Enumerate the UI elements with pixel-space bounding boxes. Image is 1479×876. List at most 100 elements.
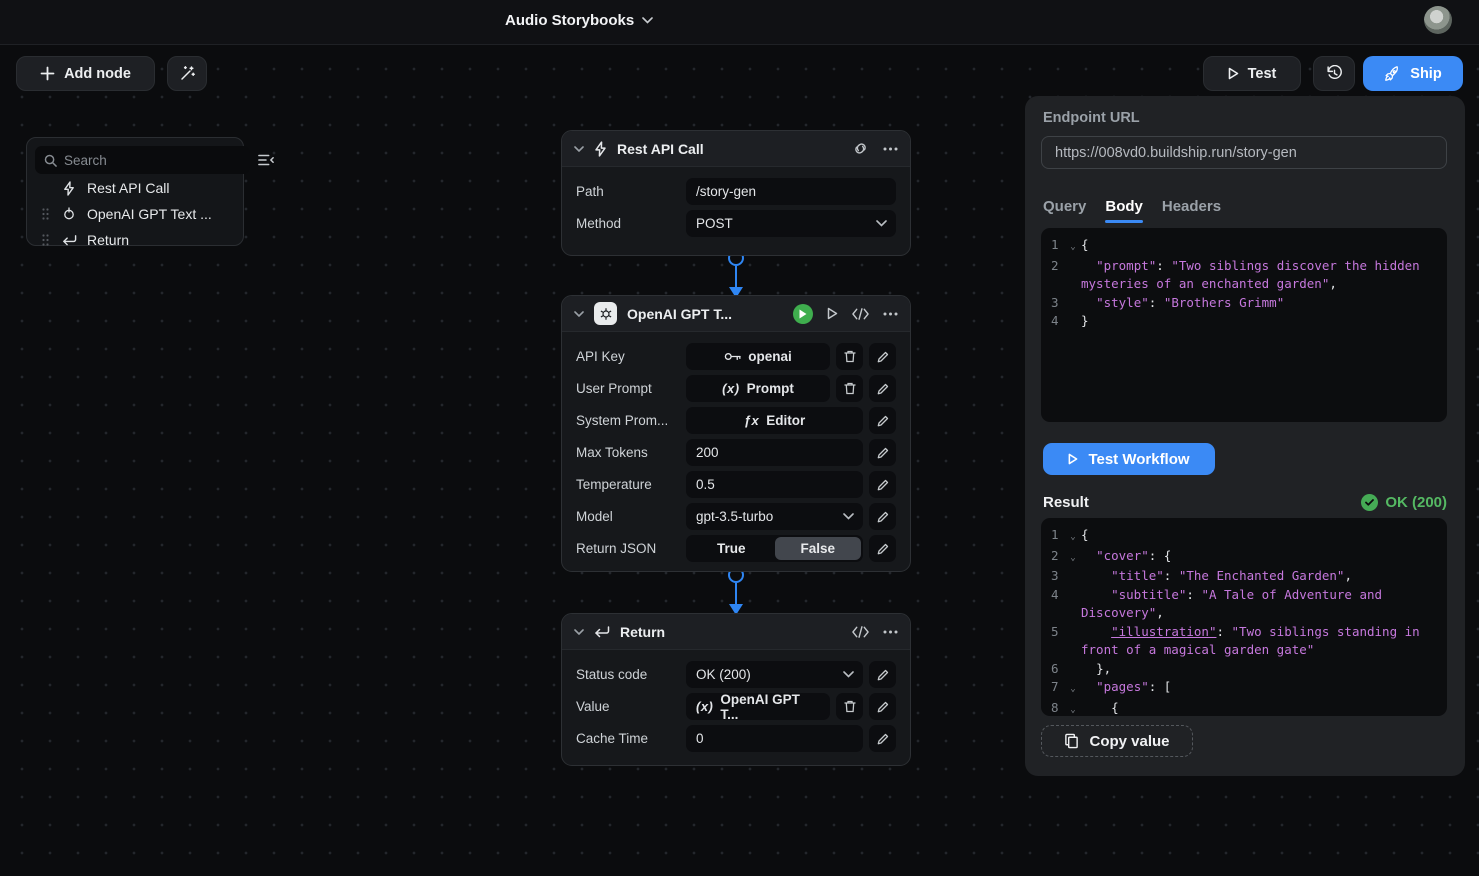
node-return[interactable]: Return Status code OK (200) xyxy=(561,613,911,766)
more-options-icon[interactable] xyxy=(883,630,898,634)
return-json-toggle: True False xyxy=(686,535,863,562)
palette-item-rest-api-call[interactable]: Rest API Call xyxy=(35,176,235,200)
node-title: OpenAI GPT T... xyxy=(627,306,783,322)
chevron-down-icon xyxy=(843,513,854,520)
code-icon[interactable] xyxy=(852,308,869,320)
palette-item-return[interactable]: Return xyxy=(35,228,235,252)
node-header: Return xyxy=(562,614,910,650)
edit-button[interactable] xyxy=(869,535,896,562)
collapse-panel-icon[interactable] xyxy=(258,149,274,171)
plus-icon xyxy=(40,66,55,81)
edit-button[interactable] xyxy=(869,375,896,402)
field-label: Model xyxy=(576,509,680,524)
tab-headers[interactable]: Headers xyxy=(1162,198,1221,223)
status-code-value: OK (200) xyxy=(696,667,751,682)
palette-item-openai[interactable]: OpenAI GPT Text ... xyxy=(35,202,235,226)
api-key-chip[interactable]: openai xyxy=(686,343,830,370)
delete-button[interactable] xyxy=(836,343,863,370)
cache-time-input[interactable]: 0 xyxy=(686,725,863,752)
add-node-button[interactable]: Add node xyxy=(16,56,155,91)
node-openai-gpt[interactable]: OpenAI GPT T... API Key xyxy=(561,295,911,572)
collapse-chevron-icon[interactable] xyxy=(574,146,584,152)
copy-icon xyxy=(1064,733,1079,749)
return-icon xyxy=(60,234,78,246)
api-key-value: openai xyxy=(748,349,792,364)
collapse-chevron-icon[interactable] xyxy=(574,629,584,635)
history-button[interactable] xyxy=(1313,56,1355,91)
user-prompt-chip[interactable]: (x) Prompt xyxy=(686,375,830,402)
node-title: Rest API Call xyxy=(617,141,842,157)
result-json-viewer[interactable]: 1⌄{2⌄ "cover": {3 "title": "The Enchante… xyxy=(1041,518,1447,716)
status-code-select[interactable]: OK (200) xyxy=(686,661,863,688)
edit-button[interactable] xyxy=(869,407,896,434)
play-icon xyxy=(1068,453,1078,465)
result-label: Result xyxy=(1043,494,1089,511)
search-input[interactable] xyxy=(64,153,241,168)
value-value: OpenAI GPT T... xyxy=(720,692,820,722)
toggle-option-false[interactable]: False xyxy=(775,537,862,560)
check-circle-icon xyxy=(1361,494,1378,511)
workflow-builder: Audio Storybooks Add node Test Ship xyxy=(0,0,1479,876)
method-select[interactable]: POST xyxy=(686,210,896,237)
max-tokens-value: 200 xyxy=(696,445,719,460)
system-prompt-chip[interactable]: ƒx Editor xyxy=(686,407,863,434)
result-status-text: OK (200) xyxy=(1385,494,1447,511)
function-icon: ƒx xyxy=(744,413,759,428)
more-options-icon[interactable] xyxy=(883,312,898,316)
run-node-button[interactable] xyxy=(793,304,813,324)
result-status-badge: OK (200) xyxy=(1361,494,1447,511)
body-json-editor[interactable]: 1⌄{2 "prompt": "Two siblings discover th… xyxy=(1041,228,1447,422)
field-label: Path xyxy=(576,184,680,199)
node-connector[interactable] xyxy=(727,567,745,615)
edit-button[interactable] xyxy=(869,693,896,720)
link-icon[interactable] xyxy=(852,140,869,157)
node-rest-api-call[interactable]: Rest API Call Path /story-gen Method POS… xyxy=(561,130,911,256)
field-row-model: Model gpt-3.5-turbo xyxy=(576,503,896,530)
endpoint-url-input[interactable] xyxy=(1041,136,1447,169)
edit-button[interactable] xyxy=(869,343,896,370)
field-label: Return JSON xyxy=(576,541,680,556)
palette-item-label: Rest API Call xyxy=(87,180,169,196)
play-icon[interactable] xyxy=(827,307,838,320)
delete-button[interactable] xyxy=(836,693,863,720)
max-tokens-input[interactable]: 200 xyxy=(686,439,863,466)
tab-body[interactable]: Body xyxy=(1105,198,1143,223)
node-header: OpenAI GPT T... xyxy=(562,296,910,332)
tab-query[interactable]: Query xyxy=(1043,198,1086,223)
edit-button[interactable] xyxy=(869,725,896,752)
node-palette: Rest API Call OpenAI GPT Text ... Return xyxy=(26,137,244,246)
ship-button[interactable]: Ship xyxy=(1363,56,1463,91)
field-label: Cache Time xyxy=(576,731,680,746)
workflow-title-dropdown[interactable]: Audio Storybooks xyxy=(505,12,653,29)
avatar[interactable] xyxy=(1424,6,1452,34)
ai-wand-button[interactable] xyxy=(167,56,207,91)
value-chip[interactable]: (x) OpenAI GPT T... xyxy=(686,693,830,720)
drag-handle-icon[interactable] xyxy=(39,234,51,246)
field-label: System Prom... xyxy=(576,413,680,428)
field-row-return-json: Return JSON True False xyxy=(576,535,896,562)
more-options-icon[interactable] xyxy=(883,147,898,151)
add-node-label: Add node xyxy=(64,66,131,82)
edit-button[interactable] xyxy=(869,661,896,688)
node-connector[interactable] xyxy=(727,250,745,298)
toggle-option-true[interactable]: True xyxy=(688,537,775,560)
chevron-down-icon xyxy=(843,671,854,678)
edit-button[interactable] xyxy=(869,503,896,530)
edit-button[interactable] xyxy=(869,471,896,498)
code-icon[interactable] xyxy=(852,626,869,638)
model-select[interactable]: gpt-3.5-turbo xyxy=(686,503,863,530)
copy-value-button[interactable]: Copy value xyxy=(1041,725,1193,757)
openai-icon xyxy=(60,207,78,221)
collapse-chevron-icon[interactable] xyxy=(574,311,584,317)
drag-handle-icon[interactable] xyxy=(39,208,51,220)
temperature-input[interactable]: 0.5 xyxy=(686,471,863,498)
edit-button[interactable] xyxy=(869,439,896,466)
palette-search[interactable] xyxy=(35,146,250,174)
delete-button[interactable] xyxy=(836,375,863,402)
field-row-max-tokens: Max Tokens 200 xyxy=(576,439,896,466)
test-button[interactable]: Test xyxy=(1203,56,1301,91)
test-workflow-label: Test Workflow xyxy=(1088,451,1189,468)
search-icon xyxy=(44,154,57,167)
path-input[interactable]: /story-gen xyxy=(686,178,896,205)
test-workflow-button[interactable]: Test Workflow xyxy=(1043,443,1215,475)
